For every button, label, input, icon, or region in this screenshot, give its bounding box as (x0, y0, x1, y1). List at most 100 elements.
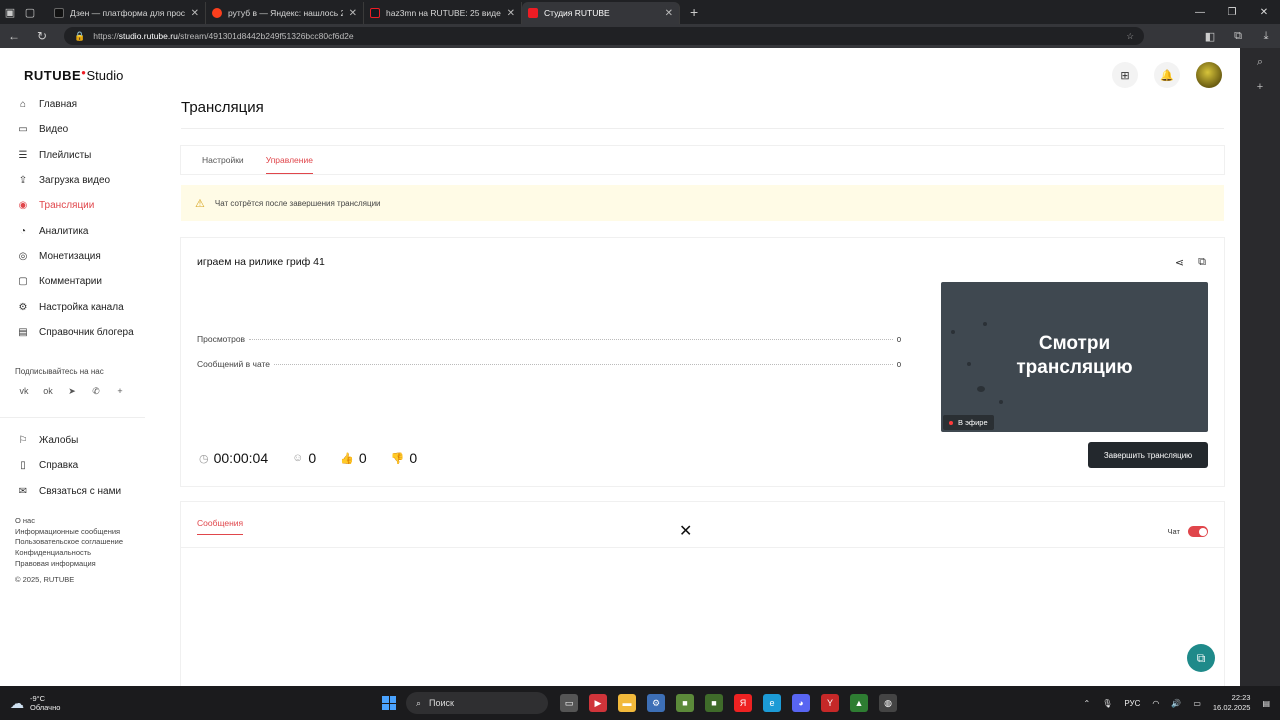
preview-speck (999, 400, 1003, 404)
move-cursor-icon: ✕ (679, 523, 693, 540)
settings-app-icon[interactable]: ⚙ (647, 694, 665, 712)
taskbar-search[interactable]: ⌕ Поиск (406, 692, 548, 714)
sidebar-item-analytics[interactable]: ◔ Аналитика (0, 218, 150, 243)
dislikes-value: 0 (409, 450, 418, 466)
back-icon[interactable]: ← (0, 29, 28, 43)
language-indicator[interactable]: РУС (1124, 699, 1140, 708)
edge-browser-icon[interactable]: e (763, 694, 781, 712)
telegram-icon[interactable]: ➤ (65, 386, 79, 397)
stream-metrics: ◷ 00:00:04 ☺ 0 👍 0 👎 0 (199, 450, 441, 466)
search-icon[interactable]: ⌕ (1257, 56, 1263, 69)
chat-toggle[interactable] (1188, 526, 1208, 537)
start-button[interactable] (382, 696, 396, 710)
clock-date: 16.02.2025 (1212, 703, 1251, 712)
sidebar-item-blogger-guide[interactable]: ▤ Справочник блогера (0, 320, 150, 345)
sidebar-item-complaints[interactable]: ⚐ Жалобы (0, 428, 150, 453)
notifications-icon[interactable]: ▤ (1262, 699, 1270, 708)
sidebar-item-label: Справочник блогера (39, 326, 134, 338)
media-app-icon[interactable]: ▶ (589, 694, 607, 712)
tab-messages[interactable]: Сообщения (197, 518, 244, 535)
add-panel-icon[interactable]: + (1257, 81, 1263, 93)
share-icon[interactable]: ⋖ (1175, 256, 1184, 269)
discord-icon[interactable]: ◕ (792, 694, 810, 712)
home-icon: ⌂ (19, 99, 27, 111)
rutube-studio-logo[interactable]: RUTUBE●Studio (24, 68, 123, 83)
tab-management[interactable]: Управление (265, 146, 313, 174)
ok-icon[interactable]: ok (41, 386, 55, 397)
yandex-browser-icon[interactable]: Y (821, 694, 839, 712)
tab-actions-icon[interactable]: ▢ (20, 0, 40, 24)
sidebar-item-help[interactable]: ▯ Справка (0, 453, 150, 478)
task-view-icon[interactable]: ▭ (560, 694, 578, 712)
warning-icon: ⚠ (195, 197, 205, 210)
close-tab-icon[interactable]: ✕ (349, 8, 357, 19)
add-content-icon[interactable]: ⊞ (1112, 62, 1138, 88)
battery-icon[interactable]: ▭ (1193, 699, 1201, 708)
close-tab-icon[interactable]: ✕ (507, 8, 515, 19)
favicon-icon (370, 8, 380, 18)
new-tab-icon[interactable]: + (690, 4, 698, 20)
tab-settings[interactable]: Настройки (202, 146, 244, 174)
notifications-bell-icon[interactable]: 🔔 (1154, 62, 1180, 88)
minimize-icon[interactable]: — (1184, 0, 1216, 24)
browser-tab[interactable]: рутуб в — Яндекс: нашлось 2 млн ✕ (206, 2, 364, 24)
chat-card: Сообщения Чат (181, 502, 1224, 686)
close-tab-icon[interactable]: ✕ (191, 8, 199, 19)
footer-link-privacy[interactable]: Конфиденциальность (15, 548, 150, 559)
viber-icon[interactable]: ✆ (89, 386, 103, 397)
file-explorer-icon[interactable]: ▬ (618, 694, 636, 712)
mail-icon: ✉ (18, 485, 28, 497)
live-badge: В эфире (943, 415, 994, 430)
tab-title: рутуб в — Яндекс: нашлось 2 млн (228, 8, 343, 18)
sidebar-item-channel-settings[interactable]: ⚙ Настройка канала (0, 294, 150, 319)
maximize-icon[interactable]: ❐ (1216, 0, 1248, 24)
sidebar-item-label: Загрузка видео (39, 175, 111, 187)
game-icon[interactable]: ▲ (850, 694, 868, 712)
browser-tab[interactable]: haz3mn на RUTUBE: 25 видео ✕ (364, 2, 522, 24)
reload-icon[interactable]: ↻ (28, 29, 56, 43)
sidebar-item-video[interactable]: ▭ Видео (0, 117, 150, 142)
logo-main: RUTUBE (24, 68, 82, 83)
open-external-icon[interactable]: ⧉ (1198, 256, 1206, 269)
close-window-icon[interactable]: ✕ (1248, 0, 1280, 24)
sidebar-item-comments[interactable]: ▢ Комментарии (0, 269, 150, 294)
plus-icon[interactable]: + (113, 386, 127, 397)
close-tab-icon[interactable]: ✕ (665, 8, 673, 19)
search-placeholder: Поиск (429, 698, 454, 708)
sidebar-item-monetization[interactable]: ◎ Монетизация (0, 244, 150, 269)
footer-link-legal[interactable]: Правовая информация (15, 559, 150, 570)
browser-tab-active[interactable]: Студия RUTUBE ✕ (522, 2, 680, 24)
sidebar-item-broadcasts[interactable]: ◉ Трансляции (0, 193, 150, 218)
stream-preview[interactable]: Смотри трансляцию В эфире (941, 282, 1208, 432)
microphone-icon[interactable]: 🎙 (1102, 699, 1112, 708)
clock[interactable]: 22:23 16.02.2025 (1213, 693, 1251, 713)
sidebar-item-playlists[interactable]: ☰ Плейлисты (0, 143, 150, 168)
tray-overflow-icon[interactable]: ⌃ (1083, 699, 1090, 708)
minecraft-icon[interactable]: ■ (676, 694, 694, 712)
yandex-icon[interactable]: Я (734, 694, 752, 712)
chrome-icon[interactable]: ◍ (879, 694, 897, 712)
extensions-icon[interactable]: ◧ (1196, 30, 1224, 43)
browser-menu-icon[interactable]: ▣ (0, 0, 20, 24)
vk-icon[interactable]: vk (17, 386, 31, 397)
end-stream-button[interactable]: Завершить трансляцию (1088, 442, 1208, 468)
wifi-icon[interactable]: ◠ (1152, 699, 1159, 708)
support-chat-button[interactable]: ⧉ (1187, 644, 1215, 672)
bookmark-star-icon[interactable]: ☆ (1126, 31, 1134, 42)
sidebar-item-upload[interactable]: ⇪ Загрузка видео (0, 168, 150, 193)
volume-icon[interactable]: 🔊 (1171, 699, 1181, 708)
copyright: © 2025, RUTUBE (15, 574, 75, 584)
footer-link-about[interactable]: О нас (15, 516, 150, 527)
avatar[interactable] (1196, 62, 1222, 88)
minecraft-launcher-icon[interactable]: ■ (705, 694, 723, 712)
sidebar-item-contact[interactable]: ✉ Связаться с нами (0, 479, 150, 504)
weather-widget[interactable]: ☁ -9°C Облачно (10, 694, 60, 712)
footer-link-info[interactable]: Информационные сообщения (15, 527, 150, 538)
collections-icon[interactable]: ⧉ (1224, 30, 1252, 43)
url-field[interactable]: 🔒 https://studio.rutube.ru/stream/491301… (64, 27, 1144, 45)
browser-tab[interactable]: Дзен — платформа для просмотра ✕ (48, 2, 206, 24)
sidebar-item-home[interactable]: ⌂ Главная (0, 92, 150, 117)
downloads-icon[interactable]: ⤓ (1252, 30, 1280, 43)
footer-link-terms[interactable]: Пользовательское соглашение (15, 537, 150, 548)
thumbs-down-icon: 👎 (390, 452, 405, 465)
